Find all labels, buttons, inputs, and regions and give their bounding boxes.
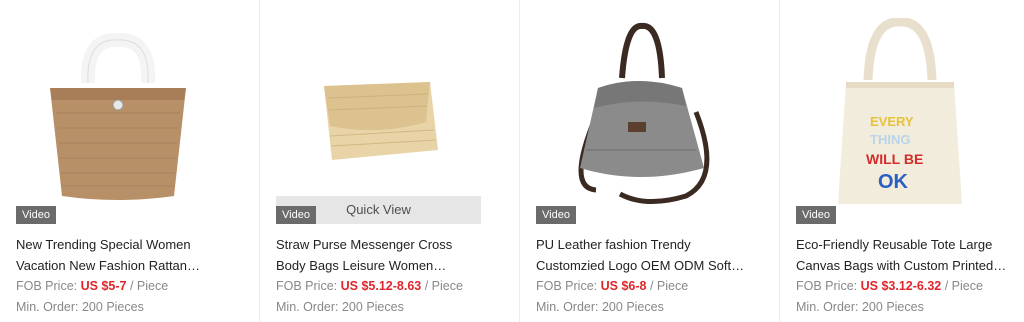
- product-price: FOB Price: US $6-8 / Piece: [536, 279, 688, 293]
- product-title-line1[interactable]: PU Leather fashion Trendy: [536, 234, 758, 255]
- video-badge[interactable]: Video: [276, 206, 316, 224]
- product-title[interactable]: PU Leather fashion Trendy Customzied Log…: [536, 234, 758, 276]
- product-card[interactable]: Video New Trending Special Women Vacatio…: [0, 0, 260, 322]
- product-title-line2[interactable]: Vacation New Fashion Rattan…: [16, 255, 238, 276]
- min-order: Min. Order: 200 Pieces: [276, 300, 404, 314]
- min-order: Min. Order: 200 Pieces: [796, 300, 924, 314]
- product-title-line1[interactable]: Straw Purse Messenger Cross: [276, 234, 498, 255]
- product-image[interactable]: [536, 0, 740, 224]
- price-label: FOB Price:: [16, 279, 78, 293]
- price-value: US $6-8: [600, 279, 647, 293]
- product-title[interactable]: Straw Purse Messenger Cross Body Bags Le…: [276, 234, 498, 276]
- price-label: FOB Price:: [796, 279, 858, 293]
- product-card[interactable]: EVERY THING WILL BE OK Video Eco-Friendl…: [780, 0, 1024, 322]
- product-image[interactable]: [16, 0, 220, 224]
- product-price: FOB Price: US $5.12-8.63 / Piece: [276, 279, 463, 293]
- min-order: Min. Order: 200 Pieces: [16, 300, 144, 314]
- product-title[interactable]: New Trending Special Women Vacation New …: [16, 234, 238, 276]
- product-image[interactable]: EVERY THING WILL BE OK: [796, 0, 1000, 224]
- price-unit: / Piece: [424, 279, 463, 293]
- price-value: US $5.12-8.63: [340, 279, 422, 293]
- price-unit: / Piece: [944, 279, 983, 293]
- product-title-line1[interactable]: New Trending Special Women: [16, 234, 238, 255]
- product-title-line2[interactable]: Canvas Bags with Custom Printed…: [796, 255, 1018, 276]
- print-text-every: EVERY: [870, 114, 914, 129]
- product-title-line2[interactable]: Body Bags Leisure Women…: [276, 255, 498, 276]
- product-price: FOB Price: US $3.12-6.32 / Piece: [796, 279, 983, 293]
- product-price: FOB Price: US $5-7 / Piece: [16, 279, 168, 293]
- min-order: Min. Order: 200 Pieces: [536, 300, 664, 314]
- video-badge[interactable]: Video: [796, 206, 836, 224]
- straw-clutch-icon: [324, 82, 438, 160]
- print-text-thing: THING: [870, 132, 910, 147]
- price-value: US $3.12-6.32: [860, 279, 942, 293]
- rattan-tote-bag-icon: [50, 32, 186, 200]
- product-grid: Video New Trending Special Women Vacatio…: [0, 0, 1024, 322]
- grey-shoulder-bag-icon: [578, 23, 710, 205]
- canvas-tote-icon: EVERY THING WILL BE OK: [838, 18, 962, 204]
- product-title-line2[interactable]: Customzied Logo OEM ODM Soft…: [536, 255, 758, 276]
- product-card[interactable]: Video PU Leather fashion Trendy Customzi…: [520, 0, 780, 322]
- print-text-ok: OK: [878, 171, 909, 193]
- video-badge[interactable]: Video: [536, 206, 576, 224]
- video-badge[interactable]: Video: [16, 206, 56, 224]
- product-title[interactable]: Eco-Friendly Reusable Tote Large Canvas …: [796, 234, 1018, 276]
- price-label: FOB Price:: [536, 279, 598, 293]
- print-text-will-be: WILL BE: [866, 151, 923, 167]
- price-unit: / Piece: [649, 279, 689, 293]
- price-value: US $5-7: [80, 279, 127, 293]
- product-title-line1[interactable]: Eco-Friendly Reusable Tote Large: [796, 234, 1018, 255]
- product-card[interactable]: Quick View Video Straw Purse Messenger C…: [260, 0, 520, 322]
- price-label: FOB Price:: [276, 279, 338, 293]
- product-image[interactable]: [276, 0, 480, 224]
- price-unit: / Piece: [129, 279, 169, 293]
